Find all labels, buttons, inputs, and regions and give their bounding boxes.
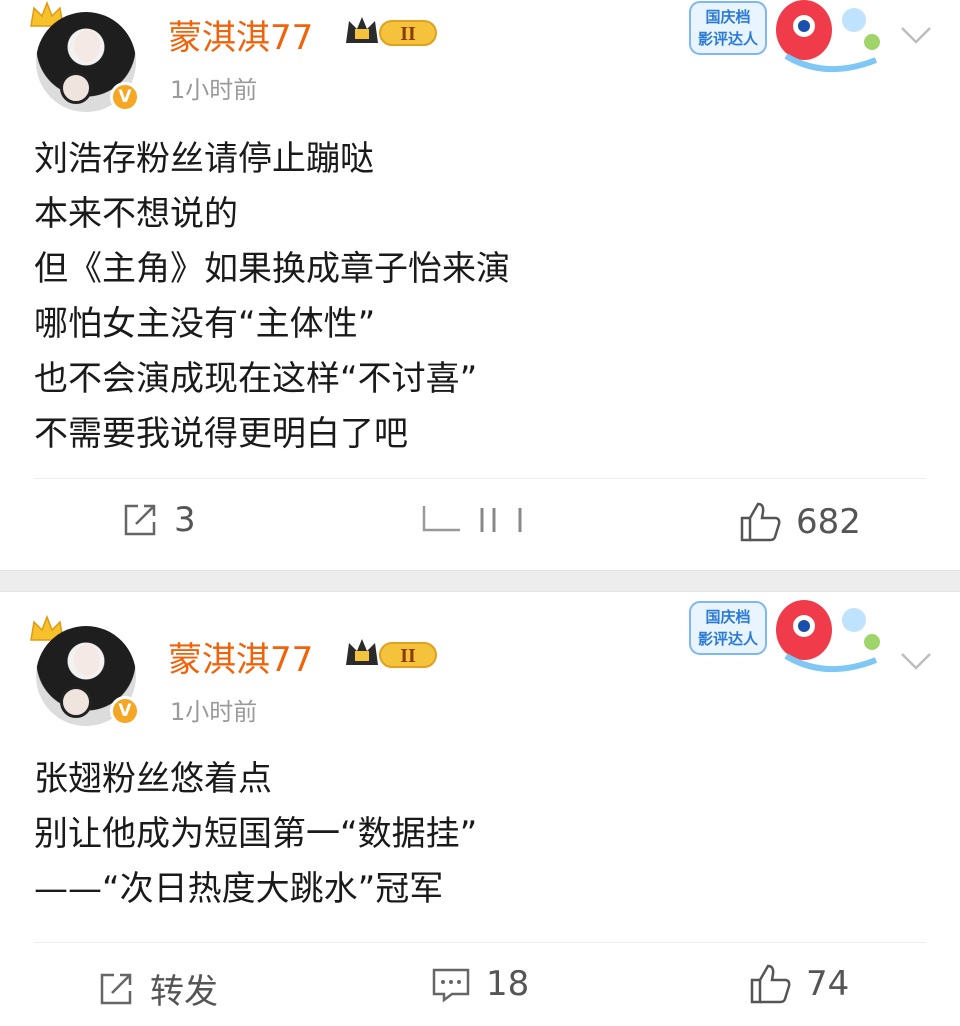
comment-icon (422, 506, 522, 532)
post-card: V 蒙淇淇77 II 1小时前 国庆档 影评达人 刘浩存粉丝请停止蹦哒 本来不想… (0, 0, 960, 570)
thumbs-up-icon (750, 964, 791, 1004)
membership-crown-icon: II (346, 639, 437, 668)
timestamp: 1小时前 (170, 76, 258, 104)
repost-button[interactable]: 3 (120, 500, 196, 540)
svg-text:国庆档: 国庆档 (705, 8, 750, 26)
like-button[interactable]: 682 (738, 500, 861, 544)
repost-label: 转发 (150, 972, 218, 1012)
content-line: 张翅粉丝悠着点 (34, 759, 272, 799)
thumbs-up-icon (740, 502, 781, 542)
post-content: 张翅粉丝悠着点 别让他成为短国第一“数据挂” ——“次日热度大跳水”冠军 (34, 752, 477, 917)
svg-text:影评达人: 影评达人 (698, 630, 759, 648)
repost-button[interactable]: 转发 (96, 964, 218, 1013)
username[interactable]: 蒙淇淇77 (168, 10, 313, 59)
content-line: 别让他成为短国第一“数据挂” (34, 814, 478, 854)
chevron-down-icon[interactable] (898, 22, 934, 46)
film-critic-badge-icon: 国庆档 影评达人 (689, 0, 880, 72)
like-button[interactable]: 74 (748, 962, 849, 1006)
post-content: 刘浩存粉丝请停止蹦哒 本来不想说的 但《主角》如果换成章子怡来演 哪怕女主没有“… (34, 132, 510, 462)
svg-text:II: II (400, 645, 416, 667)
svg-text:II: II (400, 23, 416, 45)
verified-icon: V (110, 696, 140, 726)
content-line: 哪怕女主没有“主体性” (34, 304, 376, 344)
divider (34, 942, 926, 943)
like-count: 74 (806, 964, 850, 1004)
level-badge: II (344, 16, 440, 46)
chevron-down-icon[interactable] (898, 648, 934, 672)
timestamp: 1小时前 (170, 698, 258, 726)
avatar[interactable]: V (28, 0, 140, 112)
content-line: ——“次日热度大跳水”冠军 (34, 869, 444, 909)
level-badge: II (344, 638, 440, 668)
content-line: 刘浩存粉丝请停止蹦哒 (34, 139, 374, 179)
repost-count: 3 (174, 500, 196, 540)
comment-button[interactable]: 18 (430, 964, 529, 1004)
svg-text:国庆档: 国庆档 (705, 608, 750, 626)
username[interactable]: 蒙淇淇77 (168, 632, 313, 681)
repost-icon (124, 504, 156, 536)
divider (34, 478, 926, 479)
verified-icon: V (110, 82, 140, 112)
content-line: 不需要我说得更明白了吧 (34, 414, 408, 454)
comment-button[interactable] (420, 500, 564, 540)
comment-icon (432, 968, 470, 1003)
like-count: 682 (796, 502, 861, 542)
membership-crown-icon: II (346, 17, 437, 46)
post-card: V 蒙淇淇77 II 1小时前 国庆档 影评达人 张翅粉丝悠着点 别让他成为短国… (0, 592, 960, 1026)
content-line: 但《主角》如果换成章子怡来演 (34, 249, 510, 289)
film-critic-badge-icon: 国庆档 影评达人 (689, 600, 880, 672)
avatar[interactable]: V (28, 614, 140, 726)
content-line: 也不会演成现在这样“不讨喜” (34, 359, 478, 399)
content-line: 本来不想说的 (34, 194, 238, 234)
repost-icon (100, 973, 132, 1004)
post-separator (0, 570, 960, 592)
svg-text:影评达人: 影评达人 (698, 30, 759, 48)
comment-count: 18 (486, 964, 530, 1004)
